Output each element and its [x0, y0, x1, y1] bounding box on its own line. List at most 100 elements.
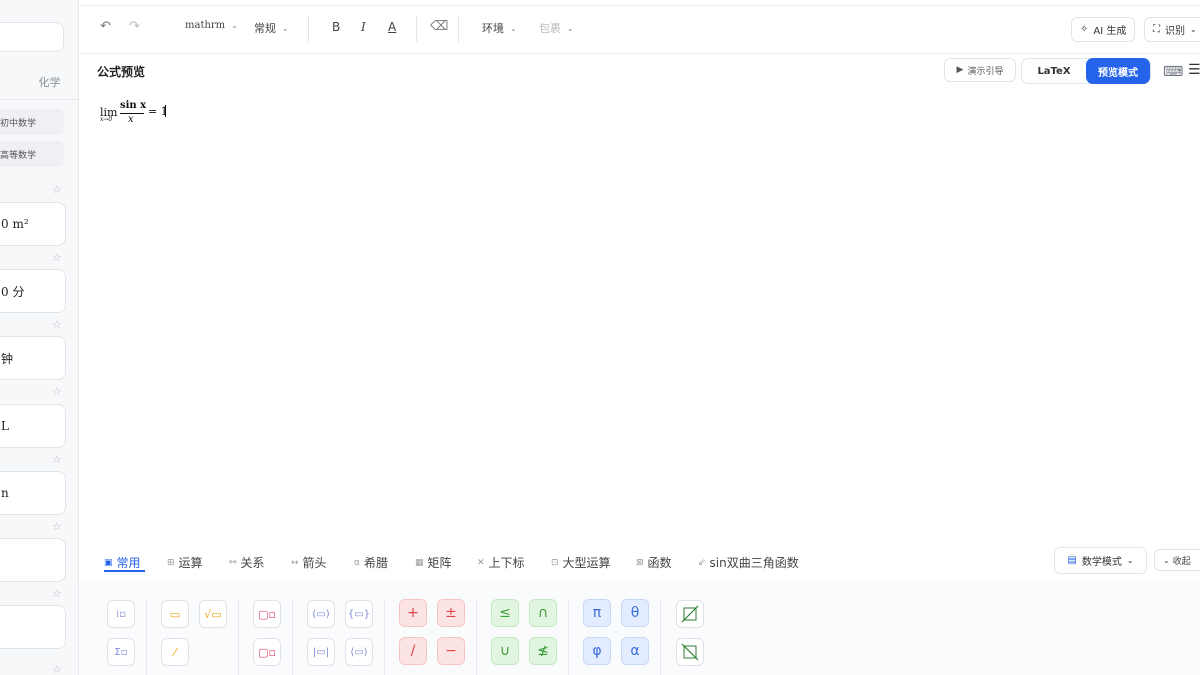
chevron-down-icon: ⌄ [567, 23, 574, 33]
tab-label: 关系 [240, 556, 265, 570]
tab-label: 矩阵 [427, 556, 452, 570]
eraser-icon[interactable]: ⌫ [430, 19, 448, 34]
ai-generate-button[interactable]: ✧ AI 生成 [1071, 17, 1136, 42]
demo-guide-button[interactable]: ▶ 演示引导 [944, 58, 1016, 82]
formula-card[interactable] [0, 538, 66, 582]
recognize-button[interactable]: ⛶ 识别 ⌄ [1144, 17, 1200, 42]
plus-symbol-button[interactable]: + [399, 599, 427, 627]
formula-card[interactable]: L [0, 404, 66, 448]
divider [292, 600, 293, 675]
parentheses-template-button[interactable]: (▭) [307, 600, 335, 628]
superscript-template-button[interactable]: ▢▫ [253, 600, 281, 628]
angle-brackets-template-button[interactable]: ⟨▭⟩ [345, 638, 373, 666]
divider [660, 600, 661, 675]
plus-minus-symbol-button[interactable]: ± [437, 599, 465, 627]
chevron-down-icon: ⌄ [510, 23, 517, 33]
star-icon[interactable]: ☆ [52, 453, 62, 466]
nleq-symbol-button[interactable]: ≰ [529, 637, 557, 665]
formula-card[interactable]: n [0, 471, 66, 515]
tab-greek[interactable]: α 希腊 [354, 554, 388, 571]
slash-fraction-button[interactable]: ⁄ [161, 638, 189, 666]
font-style-select[interactable]: mathrm ⌄ [185, 20, 238, 31]
tab-icon: ✕ [477, 557, 485, 568]
undo-icon[interactable]: ↶ [100, 19, 111, 34]
divider [308, 16, 309, 42]
intersection-symbol-button[interactable]: ∩ [529, 599, 557, 627]
keyboard-icon[interactable]: ⌨ [1163, 64, 1183, 80]
text-color-button[interactable]: A [388, 20, 396, 34]
tab-icon: ⚯ [229, 557, 237, 568]
divider [384, 600, 385, 675]
tab-label: 上下标 [488, 556, 525, 570]
sidebar-search-input[interactable] [0, 22, 64, 52]
formula-card[interactable]: 0 m² [0, 202, 66, 246]
underset-template-button[interactable]: ⁞▫ [107, 600, 135, 628]
abs-template-button[interactable]: |▭| [307, 638, 335, 666]
tab-label: 函数 [647, 556, 672, 570]
star-icon[interactable]: ☆ [52, 183, 62, 196]
braces-template-button[interactable]: {▭} [345, 600, 373, 628]
bold-button[interactable]: B [332, 20, 340, 34]
tab-operations[interactable]: ⊞ 运算 [167, 554, 203, 571]
collapse-button[interactable]: ⌄ 收起 [1154, 549, 1200, 571]
menu-icon[interactable]: ☰ [1188, 62, 1200, 78]
star-icon[interactable]: ☆ [52, 385, 62, 398]
formula-card[interactable]: 钟 [0, 336, 66, 380]
sidebar-chip-middle-school-math[interactable]: 初中数学 [0, 109, 64, 135]
tab-matrix[interactable]: ▦ 矩阵 [415, 554, 452, 571]
demo-guide-label: 演示引导 [967, 66, 1004, 77]
root-template-button[interactable]: √▭ [199, 600, 227, 628]
sidebar-tab-chemistry[interactable]: 化学 [0, 74, 78, 90]
star-icon[interactable]: ☆ [52, 318, 62, 331]
subscript-template-button[interactable]: ▢▫ [253, 638, 281, 666]
star-icon[interactable]: ☆ [52, 251, 62, 264]
latex-tab[interactable]: LaTeX [1022, 59, 1086, 83]
formula-card[interactable] [0, 605, 66, 649]
tab-functions[interactable]: ⊠ 函数 [636, 554, 672, 571]
divider [0, 99, 78, 100]
tab-label: 大型运算 [562, 556, 611, 570]
pi-symbol-button[interactable]: π [583, 599, 611, 627]
star-icon[interactable]: ☆ [52, 663, 62, 675]
italic-button[interactable]: I [361, 20, 366, 34]
leq-symbol-button[interactable]: ≤ [491, 599, 519, 627]
formula-card[interactable]: 0 分 [0, 269, 66, 313]
tab-common[interactable]: ▣ 常用 [104, 554, 141, 571]
play-icon: ▶ [956, 65, 964, 75]
math-mode-select[interactable]: ▤ 数学模式 ⌄ [1054, 547, 1147, 574]
tab-arrows[interactable]: ↔ 箭头 [291, 554, 327, 571]
tab-hyperbolic-trig[interactable]: ⇙ sin双曲三角函数 [698, 554, 799, 571]
sum-template-button[interactable]: Σ▫ [107, 638, 135, 666]
formula-numerator: sin x [120, 100, 147, 111]
alpha-symbol-button[interactable]: α [621, 637, 649, 665]
wrap-label: 包裹 [539, 22, 561, 35]
wrap-select[interactable]: 包裹 ⌄ [539, 20, 574, 36]
slash-symbol-button[interactable]: / [399, 637, 427, 665]
tab-scripts[interactable]: ✕ 上下标 [477, 554, 525, 571]
tab-label: 运算 [178, 556, 203, 570]
cancel-icon [681, 605, 699, 623]
environment-select[interactable]: 环境 ⌄ [482, 20, 517, 36]
redo-icon[interactable]: ↷ [129, 19, 140, 34]
preview-mode-tab[interactable]: 预览模式 [1086, 58, 1150, 84]
star-icon[interactable]: ☆ [52, 520, 62, 533]
tab-relations[interactable]: ⚯ 关系 [229, 554, 265, 571]
size-select[interactable]: 常规 ⌄ [254, 20, 289, 36]
chevron-down-icon: ⌄ [1163, 555, 1170, 565]
formula-limit-subscript: x→0 [100, 116, 113, 123]
divider [476, 600, 477, 675]
tab-large-operators[interactable]: ⊡ 大型运算 [551, 554, 611, 571]
bcancel-template-button[interactable] [676, 638, 704, 666]
theta-symbol-button[interactable]: θ [621, 599, 649, 627]
math-mode-label: 数学模式 [1081, 557, 1122, 568]
tab-label: 常用 [116, 556, 141, 570]
minus-symbol-button[interactable]: − [437, 637, 465, 665]
scan-icon: ⛶ [1153, 24, 1160, 35]
union-symbol-button[interactable]: ∪ [491, 637, 519, 665]
cancel-template-button[interactable] [676, 600, 704, 628]
tab-label: 箭头 [302, 556, 327, 570]
sidebar-chip-advanced-math[interactable]: 高等数学 [0, 141, 64, 167]
phi-symbol-button[interactable]: φ [583, 637, 611, 665]
fraction-template-button[interactable]: ▭ [161, 600, 189, 628]
star-icon[interactable]: ☆ [52, 587, 62, 600]
